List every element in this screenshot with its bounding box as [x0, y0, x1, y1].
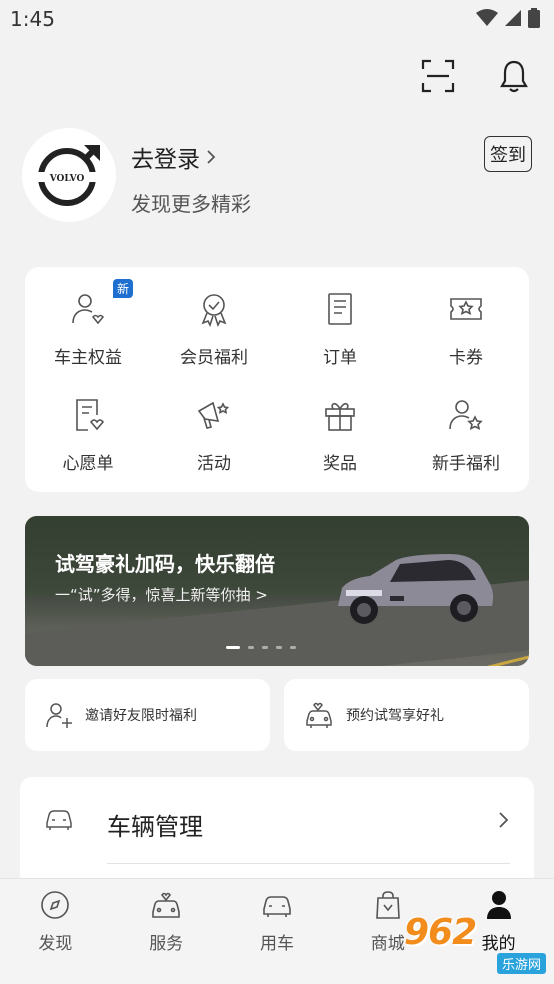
- grid-item-owner-benefits[interactable]: 新 车主权益: [25, 279, 151, 391]
- service-car-icon: [152, 892, 180, 918]
- chevron-right-icon: [207, 150, 216, 164]
- login-link[interactable]: 去登录: [131, 140, 216, 174]
- tab-service[interactable]: 服务: [111, 879, 222, 984]
- invite-friend-button[interactable]: 邀请好友限时福利: [25, 679, 270, 751]
- grid-item-prizes[interactable]: 奖品: [277, 391, 403, 497]
- carousel-dot[interactable]: [276, 646, 282, 649]
- tab-label: 发现: [38, 934, 73, 954]
- tab-label: 用车: [259, 934, 294, 954]
- scan-button[interactable]: [420, 58, 456, 94]
- grid-item-orders[interactable]: 订单: [277, 285, 403, 391]
- profile-section: VOLVO 去登录 发现更多精彩 签到: [22, 128, 532, 224]
- test-drive-icon: [306, 702, 332, 728]
- grid-item-label: 卡券: [449, 348, 483, 368]
- notification-button[interactable]: [496, 58, 532, 94]
- status-bar: 1:45: [0, 0, 554, 38]
- bell-icon: [500, 60, 528, 93]
- carousel-dot[interactable]: [262, 646, 268, 649]
- wifi-icon: [476, 9, 498, 26]
- activity-icon: [194, 395, 234, 435]
- watermark-logo: 962 乐游网: [398, 912, 548, 974]
- signin-button[interactable]: 签到: [484, 136, 532, 172]
- status-icons: [476, 8, 540, 28]
- car-icon: [46, 810, 72, 830]
- carousel-dot[interactable]: [290, 646, 296, 649]
- grid-item-label: 心愿单: [62, 454, 114, 474]
- coupon-icon: [446, 289, 486, 329]
- order-icon: [320, 289, 360, 329]
- profile-subtitle: 发现更多精彩: [131, 192, 251, 216]
- owner-benefits-icon: [68, 289, 108, 329]
- volvo-logo-text: VOLVO: [49, 174, 85, 184]
- chevron-right-icon: [499, 812, 509, 828]
- watermark-small: 乐游网: [496, 953, 546, 974]
- gift-icon: [320, 395, 360, 435]
- tab-use-car[interactable]: 用车: [222, 879, 333, 984]
- carousel-dot[interactable]: [248, 646, 254, 649]
- carousel-dot[interactable]: [226, 646, 240, 649]
- invite-friend-label: 邀请好友限时福利: [85, 708, 197, 724]
- grid-item-coupons[interactable]: 卡券: [403, 285, 529, 391]
- member-award-icon: [194, 289, 234, 329]
- tab-discover[interactable]: 发现: [0, 879, 111, 984]
- grid-item-label: 订单: [323, 348, 357, 368]
- grid-item-label: 车主权益: [54, 348, 122, 368]
- newbie-benefits-icon: [446, 395, 486, 435]
- grid-item-label: 奖品: [323, 454, 357, 474]
- banner-subtitle[interactable]: 一“试”多得，惊喜上新等你抽 >: [55, 584, 268, 605]
- grid-item-newbie-benefits[interactable]: 新手福利: [403, 391, 529, 497]
- carousel-indicator: [226, 646, 296, 649]
- top-actions: [420, 58, 532, 94]
- grid-item-label: 会员福利: [180, 348, 248, 368]
- banner-title: 试驾豪礼加码，快乐翻倍: [55, 552, 275, 576]
- promo-banner[interactable]: 试驾豪礼加码，快乐翻倍 一“试”多得，惊喜上新等你抽 >: [25, 516, 529, 666]
- grid-item-wishlist[interactable]: 心愿单: [25, 391, 151, 497]
- divider: [107, 863, 510, 864]
- volvo-logo-icon: VOLVO: [38, 145, 100, 206]
- avatar[interactable]: VOLVO: [22, 128, 116, 222]
- battery-icon: [528, 8, 540, 28]
- suv-image: [338, 554, 494, 624]
- tab-label: 服务: [149, 934, 184, 954]
- grid-item-activities[interactable]: 活动: [151, 391, 277, 497]
- car-icon: [263, 896, 291, 917]
- signal-icon: [505, 10, 521, 26]
- test-drive-label: 预约试驾享好礼: [346, 708, 444, 724]
- status-time: 1:45: [10, 7, 55, 31]
- grid-item-label: 新手福利: [432, 454, 500, 474]
- services-grid: 新 车主权益 会员福利 订单 卡券 心愿单 活动 奖品 新手福利: [25, 267, 529, 497]
- vehicle-management-title: 车辆管理: [107, 813, 203, 841]
- test-drive-button[interactable]: 预约试驾享好礼: [284, 679, 529, 751]
- scan-icon: [421, 59, 455, 93]
- invite-friend-icon: [46, 703, 72, 728]
- new-badge: 新: [113, 279, 134, 298]
- grid-item-label: 活动: [197, 454, 231, 474]
- wishlist-icon: [68, 395, 108, 435]
- compass-icon: [41, 891, 70, 919]
- login-text: 去登录: [131, 147, 200, 173]
- watermark-big: 962: [404, 912, 477, 953]
- grid-item-member-benefits[interactable]: 会员福利: [151, 285, 277, 391]
- services-grid-card: 新 车主权益 会员福利 订单 卡券 心愿单 活动 奖品 新手福利: [25, 267, 529, 492]
- vehicle-management-card[interactable]: 车辆管理: [20, 777, 534, 887]
